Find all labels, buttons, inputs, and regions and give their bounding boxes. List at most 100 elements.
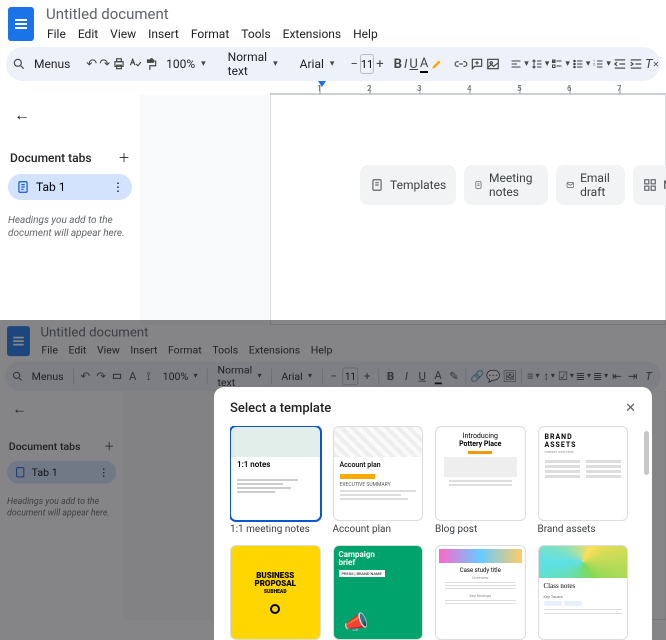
menu-view[interactable]: View <box>105 25 141 43</box>
menu-extensions[interactable]: Extensions <box>278 25 346 43</box>
chip-label: Meeting notes <box>489 171 538 199</box>
template-card[interactable]: Case study title Overview Key findings C… <box>435 545 526 640</box>
template-label: Brand assets <box>538 524 629 535</box>
chip-email-draft[interactable]: Email draft <box>556 165 626 205</box>
ruler[interactable]: 1 2 3 4 5 6 7 <box>270 81 666 95</box>
chip-label: Templates <box>390 178 446 192</box>
thumb-text: Overview <box>439 575 522 580</box>
spellcheck-icon[interactable] <box>128 52 142 76</box>
number-list-icon[interactable]: 12 <box>592 52 611 76</box>
redo-icon[interactable]: ↷ <box>99 52 110 76</box>
scrollbar[interactable] <box>644 431 649 475</box>
clear-format-icon[interactable]: T✕ <box>645 52 659 76</box>
doc-title[interactable]: Untitled document <box>42 4 658 24</box>
search-icon[interactable] <box>12 52 26 76</box>
tab-menu-icon[interactable]: ⋮ <box>112 180 124 194</box>
template-thumb: Introducing Pottery Place <box>435 426 526 521</box>
line-spacing-icon[interactable] <box>531 52 550 76</box>
tabs-heading: Document tabs <box>10 151 92 165</box>
print-icon[interactable] <box>112 52 126 76</box>
chip-more[interactable]: More <box>633 165 666 205</box>
link-icon[interactable] <box>454 52 468 76</box>
template-thumb: BUSINESS PROPOSAL SUBHEAD <box>230 545 321 640</box>
highlight-icon[interactable] <box>430 52 444 76</box>
checklist-icon[interactable] <box>551 52 570 76</box>
thumb-text: Introducing <box>441 432 520 440</box>
paragraph-style[interactable]: Normal text <box>222 52 284 76</box>
svg-text:4: 4 <box>467 84 472 93</box>
font-select[interactable]: Arial <box>294 52 341 76</box>
thumb-text: ASSETS <box>545 441 622 449</box>
template-thumb: Account plan EXECUTIVE SUMMARY <box>333 426 424 521</box>
svg-text:7: 7 <box>617 84 622 93</box>
template-thumb: Campaign brief PRESS | BRAND NAME 📣 <box>333 545 424 640</box>
template-card[interactable]: Account plan EXECUTIVE SUMMARY Account p… <box>333 426 424 535</box>
comment-icon[interactable] <box>470 52 484 76</box>
menu-bar: File Edit View Insert Format Tools Exten… <box>42 24 658 43</box>
template-card[interactable]: 1:1 meeting notes <box>230 426 321 535</box>
template-label: 1:1 meeting notes <box>230 524 321 535</box>
template-thumb: Class notes Key Topics <box>538 545 629 640</box>
document-page[interactable] <box>270 95 666 325</box>
svg-text:1: 1 <box>317 84 322 93</box>
underline-icon[interactable]: U <box>409 52 417 76</box>
font-dec[interactable]: − <box>350 52 357 76</box>
align-icon[interactable] <box>510 52 529 76</box>
template-card[interactable]: Introducing Pottery Place Blog post <box>435 426 526 535</box>
thumb-text: PROPOSAL <box>255 580 296 588</box>
italic-icon[interactable]: I <box>404 52 407 76</box>
svg-text:6: 6 <box>567 84 572 93</box>
tab-1[interactable]: Tab 1 ⋮ <box>8 174 132 200</box>
paint-format-icon[interactable] <box>144 52 158 76</box>
template-label: Blog post <box>435 524 526 535</box>
font-size[interactable]: 11 <box>360 54 374 74</box>
tab-label: Tab 1 <box>36 180 65 194</box>
template-modal: Select a template ✕ 1:1 meeting notes Ac… <box>214 387 652 640</box>
toolbar: Menus ↶ ↷ 100% Normal text Arial − 11 + … <box>6 47 660 81</box>
zoom-select[interactable]: 100% <box>160 52 212 76</box>
template-card[interactable]: BUSINESS PROPOSAL SUBHEAD Business propo… <box>230 545 321 640</box>
menu-edit[interactable]: Edit <box>73 25 103 43</box>
thumb-text: market overview <box>545 449 622 454</box>
svg-text:3: 3 <box>417 84 422 93</box>
thumb-text: PRESS | BRAND NAME <box>339 570 385 577</box>
add-tab-icon[interactable]: ＋ <box>118 149 130 166</box>
docs-logo <box>8 7 34 41</box>
modal-title: Select a template <box>230 401 331 416</box>
template-thumb: BRAND ASSETS market overview <box>538 426 629 521</box>
template-card[interactable]: Campaign brief PRESS | BRAND NAME 📣 Camp… <box>333 545 424 640</box>
svg-text:5: 5 <box>517 84 522 93</box>
template-card[interactable]: BRAND ASSETS market overview Brand asset… <box>538 426 629 535</box>
menu-insert[interactable]: Insert <box>143 25 184 43</box>
undo-icon[interactable]: ↶ <box>86 52 97 76</box>
chip-meeting-notes[interactable]: Meeting notes <box>464 165 547 205</box>
close-icon[interactable]: ✕ <box>625 401 636 416</box>
thumb-text: SUBHEAD <box>264 590 287 595</box>
thumb-text: Pottery Place <box>441 440 520 448</box>
thumb-text: BRAND <box>545 433 622 441</box>
back-button[interactable]: ← <box>8 101 36 129</box>
thumb-text: brief <box>339 559 418 567</box>
thumb-text: Key Topics <box>544 594 623 599</box>
template-thumb <box>230 426 321 521</box>
text-color-icon[interactable]: A <box>420 52 428 76</box>
template-thumb: Case study title Overview Key findings <box>435 545 526 640</box>
image-icon[interactable] <box>486 52 500 76</box>
chip-label: Email draft <box>580 171 615 199</box>
bold-icon[interactable]: B <box>394 52 402 76</box>
thumb-text: Key findings <box>439 593 522 598</box>
font-inc[interactable]: + <box>376 52 383 76</box>
svg-text:2: 2 <box>593 63 595 67</box>
indent-inc-icon[interactable] <box>629 52 643 76</box>
bullet-list-icon[interactable] <box>572 52 591 76</box>
template-label: Account plan <box>333 524 424 535</box>
menu-help[interactable]: Help <box>348 25 383 43</box>
template-card[interactable]: Class notes Key Topics Class notes <box>538 545 629 640</box>
menus-search[interactable]: Menus <box>28 52 76 76</box>
menu-tools[interactable]: Tools <box>236 25 275 43</box>
indent-dec-icon[interactable] <box>613 52 627 76</box>
menu-format[interactable]: Format <box>186 25 234 43</box>
menu-file[interactable]: File <box>42 25 71 43</box>
chip-templates[interactable]: Templates <box>360 165 456 205</box>
thumb-text: Account plan <box>334 457 423 473</box>
